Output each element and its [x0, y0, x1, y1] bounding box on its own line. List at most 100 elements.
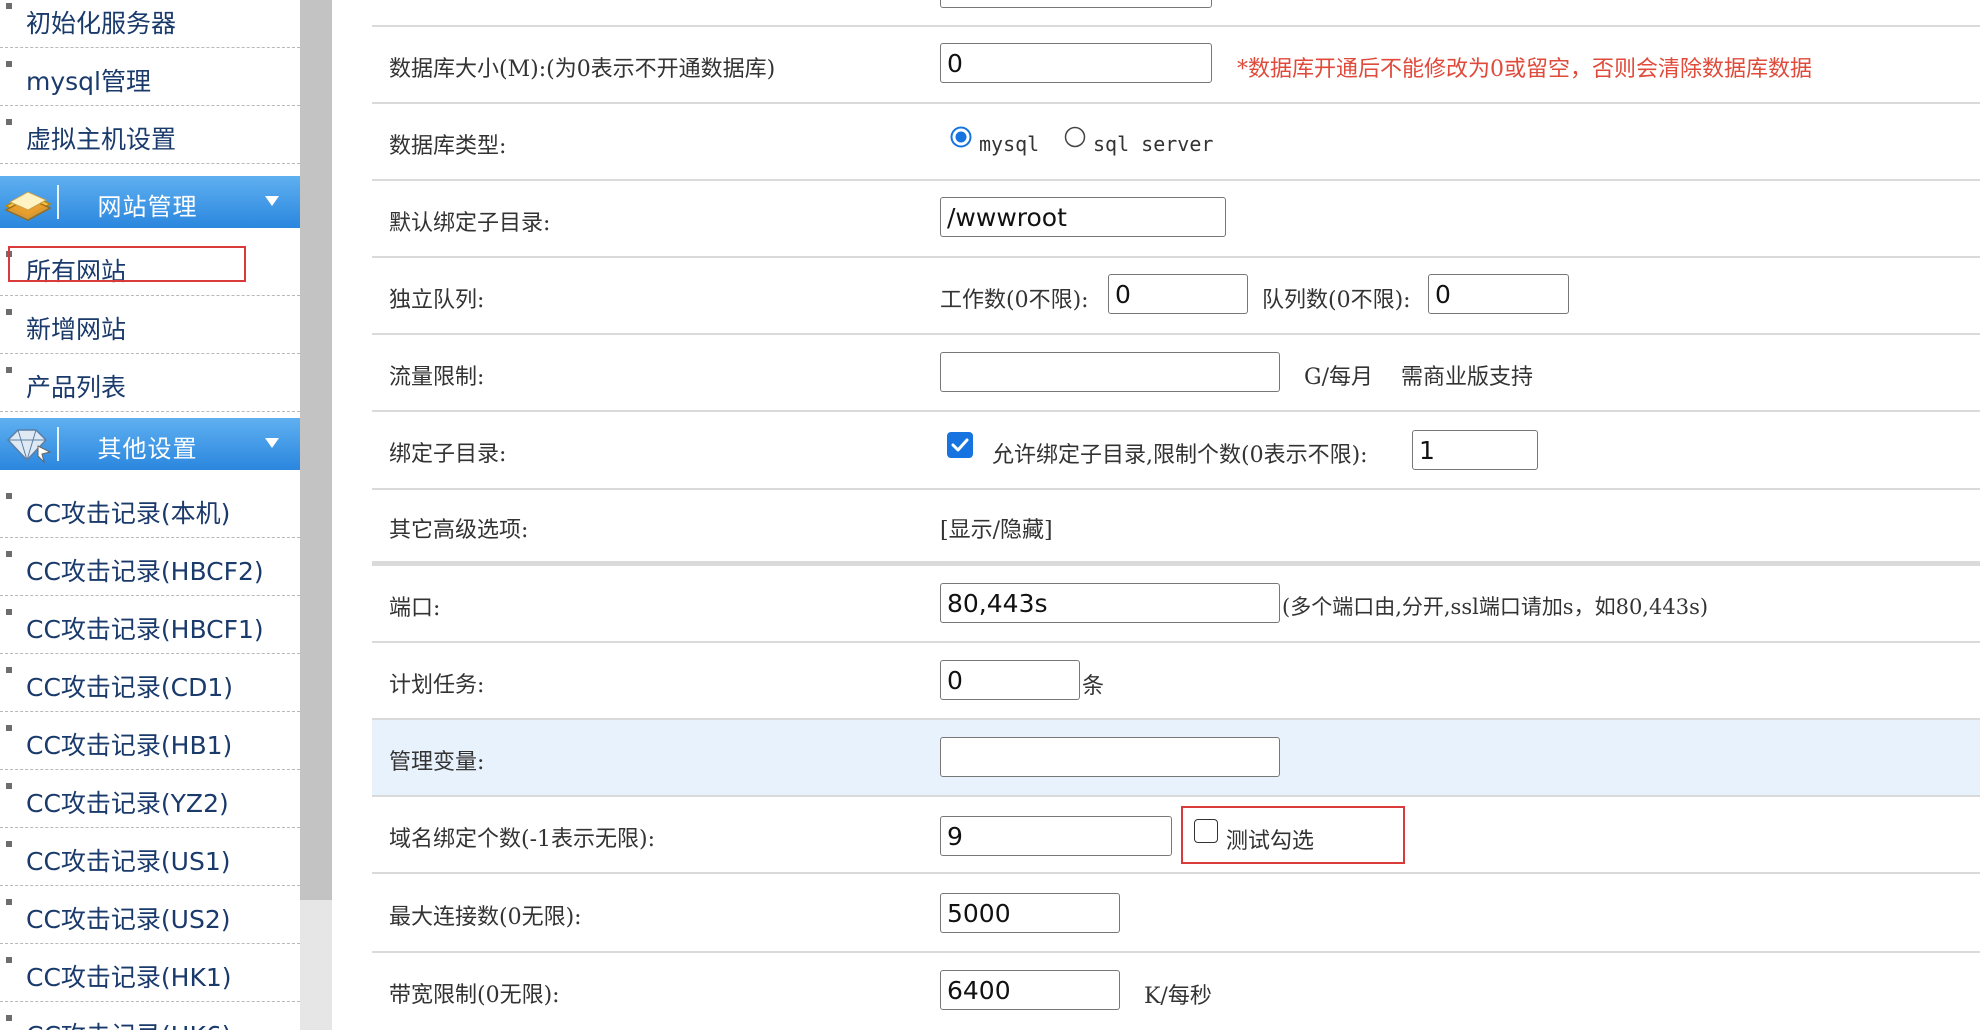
chevron-down-icon — [265, 438, 279, 448]
traffic-input[interactable] — [940, 352, 1280, 392]
bind-subdir-checkbox[interactable] — [947, 432, 973, 458]
bullet-icon — [6, 119, 12, 125]
traffic-unit: G/每月 — [1304, 365, 1373, 390]
form-row-queue: 独立队列: 工作数(0不限): 队列数(0不限): — [372, 258, 1980, 335]
sidebar-item-label: mysql管理 — [26, 67, 151, 96]
sidebar-item-label: CC攻击记录(US1) — [26, 847, 231, 876]
sidebar-item-cc-us2[interactable]: CC攻击记录(US2) — [0, 886, 300, 944]
bullet-icon — [6, 957, 12, 963]
bullet-icon — [6, 3, 12, 9]
cron-label: 计划任务: — [389, 673, 485, 698]
section-label: 其他设置 — [97, 435, 198, 463]
sidebar: 初始化服务器 mysql管理 虚拟主机设置 网站管理 所有网站 新增网站 产品列… — [0, 0, 300, 1030]
bullet-icon — [6, 493, 12, 499]
domain-count-input[interactable] — [940, 816, 1172, 856]
sidebar-item-label: CC攻击记录(CD1) — [26, 673, 234, 702]
sidebar-item-label: CC攻击记录(本机) — [26, 499, 231, 528]
radio-sqlserver-label: sql server — [1093, 132, 1214, 156]
sidebar-item-cc-cd1[interactable]: CC攻击记录(CD1) — [0, 654, 300, 712]
highlight-box — [8, 246, 246, 282]
sidebar-item-mysql[interactable]: mysql管理 — [0, 48, 300, 106]
radio-sqlserver[interactable] — [1064, 126, 1086, 148]
sidebar-item-cc-hbcf1[interactable]: CC攻击记录(HBCF1) — [0, 596, 300, 654]
form-row-db-size: 数据库大小(M):(为0表示不开通数据库) *数据库开通后不能修改为0或留空，否… — [372, 27, 1980, 104]
workers-input[interactable] — [1108, 274, 1248, 314]
sidebar-item-label: 产品列表 — [26, 373, 127, 402]
default-dir-label: 默认绑定子目录: — [389, 211, 551, 236]
db-size-warning: *数据库开通后不能修改为0或留空，否则会清除数据库数据 — [1237, 57, 1812, 82]
sidebar-item-label: 新增网站 — [26, 315, 127, 344]
radio-mysql-label: mysql — [979, 132, 1040, 156]
form-row-port: 端口: (多个端口由,分开,ssl端口请加s，如80,443s) — [372, 566, 1980, 643]
form-row-top — [372, 0, 1980, 27]
bullet-icon — [6, 309, 12, 315]
port-hint: (多个端口由,分开,ssl端口请加s，如80,443s) — [1282, 595, 1709, 619]
sidebar-item-vhost-settings[interactable]: 虚拟主机设置 — [0, 106, 300, 164]
bullet-icon — [6, 367, 12, 373]
checkmark-icon — [951, 438, 969, 452]
sidebar-item-label: CC攻击记录(HBCF1) — [26, 615, 264, 644]
max-conn-input[interactable] — [940, 893, 1120, 933]
bullet-icon — [6, 667, 12, 673]
form-row-default-dir: 默认绑定子目录: — [372, 181, 1980, 258]
admin-var-label: 管理变量: — [389, 750, 485, 775]
bullet-icon — [6, 1015, 12, 1021]
sidebar-item-new-site[interactable]: 新增网站 — [0, 296, 300, 354]
sidebar-item-cc-hb1[interactable]: CC攻击记录(HB1) — [0, 712, 300, 770]
sidebar-item-cc-hk6[interactable]: CC攻击记录(HK6) — [0, 1002, 300, 1030]
bullet-icon — [6, 551, 12, 557]
bandwidth-label: 带宽限制(0无限): — [389, 983, 560, 1008]
bind-subdir-text: 允许绑定子目录,限制个数(0表示不限): — [992, 443, 1368, 468]
bandwidth-unit: K/每秒 — [1144, 984, 1212, 1009]
traffic-note: 需商业版支持 — [1401, 365, 1534, 390]
domain-count-label: 域名绑定个数(-1表示无限): — [389, 827, 656, 852]
db-type-label: 数据库类型: — [389, 134, 507, 159]
bullet-icon — [6, 841, 12, 847]
bandwidth-input[interactable] — [940, 970, 1120, 1010]
sidebar-item-label: CC攻击记录(HB1) — [26, 731, 233, 760]
sidebar-item-init-server[interactable]: 初始化服务器 — [0, 0, 300, 48]
form-row-traffic: 流量限制: G/每月 需商业版支持 — [372, 335, 1980, 412]
sidebar-item-product-list[interactable]: 产品列表 — [0, 354, 300, 412]
section-label: 网站管理 — [97, 193, 198, 221]
top-input-partial[interactable] — [940, 0, 1212, 8]
cron-input[interactable] — [940, 660, 1080, 700]
port-input[interactable] — [940, 583, 1280, 623]
bullet-icon — [6, 725, 12, 731]
chevron-down-icon — [265, 196, 279, 206]
sidebar-item-label: CC攻击记录(HK1) — [26, 963, 232, 992]
sidebar-item-cc-hk1[interactable]: CC攻击记录(HK1) — [0, 944, 300, 1002]
max-conn-label: 最大连接数(0无限): — [389, 905, 582, 930]
db-size-input[interactable] — [940, 43, 1212, 83]
sidebar-item-cc-local[interactable]: CC攻击记录(本机) — [0, 480, 300, 538]
form-row-max-conn: 最大连接数(0无限): — [372, 874, 1980, 953]
sidebar-item-label: CC攻击记录(HK6) — [26, 1016, 232, 1030]
db-size-label: 数据库大小(M):(为0表示不开通数据库) — [389, 57, 776, 82]
form-row-cron: 计划任务: 条 — [372, 643, 1980, 720]
bind-subdir-label: 绑定子目录: — [389, 442, 507, 467]
highlight-box — [1181, 806, 1405, 864]
scrollbar-thumb[interactable] — [300, 0, 332, 900]
sidebar-item-label: CC攻击记录(HBCF2) — [26, 557, 264, 586]
sidebar-item-cc-hbcf2[interactable]: CC攻击记录(HBCF2) — [0, 538, 300, 596]
site-settings-form: 数据库大小(M):(为0表示不开通数据库) *数据库开通后不能修改为0或留空，否… — [372, 0, 1980, 1030]
default-dir-input[interactable] — [940, 197, 1226, 237]
form-row-bind-subdir: 绑定子目录: 允许绑定子目录,限制个数(0表示不限): — [372, 412, 1980, 490]
queues-label: 队列数(0不限): — [1262, 288, 1411, 313]
radio-mysql[interactable] — [950, 126, 972, 148]
queues-input[interactable] — [1428, 274, 1569, 314]
form-row-advanced: 其它高级选项: [显示/隐藏] — [372, 490, 1980, 566]
sidebar-item-cc-us1[interactable]: CC攻击记录(US1) — [0, 828, 300, 886]
bullet-icon — [6, 61, 12, 67]
bind-subdir-limit-input[interactable] — [1412, 430, 1538, 470]
sidebar-item-cc-yz2[interactable]: CC攻击记录(YZ2) — [0, 770, 300, 828]
traffic-label: 流量限制: — [389, 365, 485, 390]
queue-label: 独立队列: — [389, 288, 485, 313]
admin-var-input[interactable] — [940, 737, 1280, 777]
sidebar-section-site-management[interactable]: 网站管理 — [0, 176, 300, 228]
advanced-toggle-link[interactable]: [显示/隐藏] — [940, 512, 1053, 544]
sidebar-item-label: CC攻击记录(US2) — [26, 905, 231, 934]
sidebar-section-other-settings[interactable]: 其他设置 — [0, 418, 300, 470]
form-row-domain-count: 域名绑定个数(-1表示无限): 测试勾选 — [372, 797, 1980, 874]
bullet-icon — [6, 609, 12, 615]
